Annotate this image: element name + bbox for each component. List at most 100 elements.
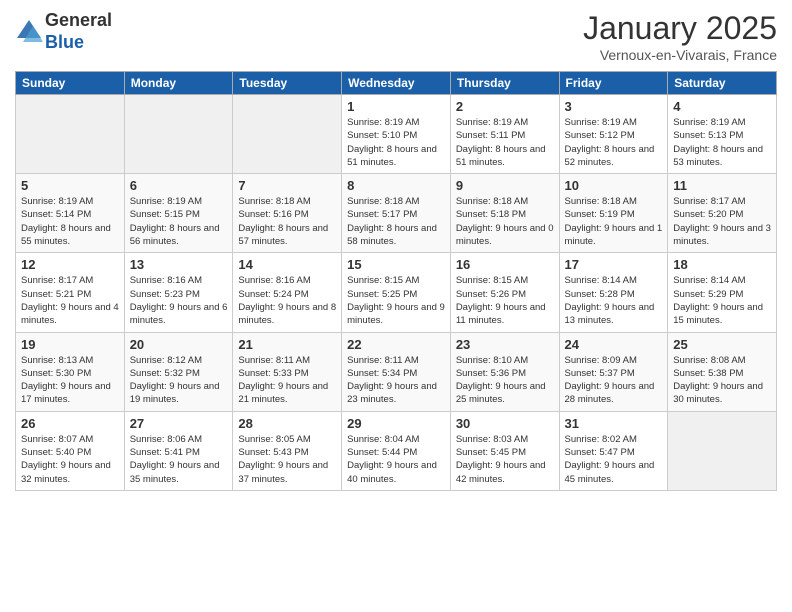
calendar-table: SundayMondayTuesdayWednesdayThursdayFrid… [15, 71, 777, 491]
day-number: 16 [456, 257, 554, 272]
day-info: Sunrise: 8:14 AM Sunset: 5:28 PM Dayligh… [565, 274, 663, 327]
day-info: Sunrise: 8:18 AM Sunset: 5:19 PM Dayligh… [565, 195, 663, 248]
calendar-cell [16, 95, 125, 174]
day-info: Sunrise: 8:16 AM Sunset: 5:23 PM Dayligh… [130, 274, 228, 327]
day-info: Sunrise: 8:09 AM Sunset: 5:37 PM Dayligh… [565, 354, 663, 407]
calendar-cell: 18 Sunrise: 8:14 AM Sunset: 5:29 PM Dayli… [668, 253, 777, 332]
day-number: 14 [238, 257, 336, 272]
weekday-header-wednesday: Wednesday [342, 72, 451, 95]
weekday-header-tuesday: Tuesday [233, 72, 342, 95]
day-info: Sunrise: 8:17 AM Sunset: 5:20 PM Dayligh… [673, 195, 771, 248]
day-number: 10 [565, 178, 663, 193]
week-row-5: 26Sunrise: 8:07 AM Sunset: 5:40 PM Dayli… [16, 411, 777, 490]
day-number: 21 [238, 337, 336, 352]
calendar-cell: 29Sunrise: 8:04 AM Sunset: 5:44 PM Dayli… [342, 411, 451, 490]
day-number: 12 [21, 257, 119, 272]
calendar-cell: 24 Sunrise: 8:09 AM Sunset: 5:37 PM Dayli… [559, 332, 668, 411]
weekday-header-monday: Monday [124, 72, 233, 95]
day-number: 24 [565, 337, 663, 352]
day-info: Sunrise: 8:19 AM Sunset: 5:15 PM Dayligh… [130, 195, 228, 248]
day-info: Sunrise: 8:10 AM Sunset: 5:36 PM Dayligh… [456, 354, 554, 407]
day-number: 7 [238, 178, 336, 193]
day-info: Sunrise: 8:16 AM Sunset: 5:24 PM Dayligh… [238, 274, 336, 327]
calendar-cell: 3Sunrise: 8:19 AM Sunset: 5:12 PM Daylig… [559, 95, 668, 174]
week-row-2: 5 Sunrise: 8:19 AM Sunset: 5:14 PM Daylig… [16, 174, 777, 253]
day-number: 5 [21, 178, 119, 193]
day-number: 8 [347, 178, 445, 193]
day-info: Sunrise: 8:02 AM Sunset: 5:47 PM Dayligh… [565, 433, 663, 486]
weekday-header-friday: Friday [559, 72, 668, 95]
calendar-cell: 12 Sunrise: 8:17 AM Sunset: 5:21 PM Dayli… [16, 253, 125, 332]
logo-general: General [45, 10, 112, 30]
calendar-cell: 19 Sunrise: 8:13 AM Sunset: 5:30 PM Dayli… [16, 332, 125, 411]
calendar-cell: 1 Sunrise: 8:19 AM Sunset: 5:10 PM Daylig… [342, 95, 451, 174]
day-info: Sunrise: 8:15 AM Sunset: 5:26 PM Dayligh… [456, 274, 554, 327]
page: General Blue January 2025 Vernoux-en-Viv… [0, 0, 792, 612]
calendar-cell: 17 Sunrise: 8:14 AM Sunset: 5:28 PM Dayli… [559, 253, 668, 332]
calendar-cell: 25 Sunrise: 8:08 AM Sunset: 5:38 PM Dayli… [668, 332, 777, 411]
day-number: 17 [565, 257, 663, 272]
day-number: 26 [21, 416, 119, 431]
calendar-cell: 21 Sunrise: 8:11 AM Sunset: 5:33 PM Dayli… [233, 332, 342, 411]
header: General Blue January 2025 Vernoux-en-Viv… [15, 10, 777, 63]
title-section: January 2025 Vernoux-en-Vivarais, France [583, 10, 777, 63]
day-number: 28 [238, 416, 336, 431]
calendar-header: SundayMondayTuesdayWednesdayThursdayFrid… [16, 72, 777, 95]
calendar-cell: 6 Sunrise: 8:19 AM Sunset: 5:15 PM Daylig… [124, 174, 233, 253]
day-number: 4 [673, 99, 771, 114]
day-info: Sunrise: 8:19 AM Sunset: 5:10 PM Dayligh… [347, 116, 445, 169]
day-info: Sunrise: 8:13 AM Sunset: 5:30 PM Dayligh… [21, 354, 119, 407]
day-info: Sunrise: 8:19 AM Sunset: 5:14 PM Dayligh… [21, 195, 119, 248]
calendar-cell: 20 Sunrise: 8:12 AM Sunset: 5:32 PM Dayli… [124, 332, 233, 411]
day-number: 25 [673, 337, 771, 352]
calendar-cell: 22Sunrise: 8:11 AM Sunset: 5:34 PM Dayli… [342, 332, 451, 411]
week-row-3: 12 Sunrise: 8:17 AM Sunset: 5:21 PM Dayli… [16, 253, 777, 332]
day-number: 23 [456, 337, 554, 352]
day-info: Sunrise: 8:12 AM Sunset: 5:32 PM Dayligh… [130, 354, 228, 407]
calendar-cell [668, 411, 777, 490]
day-number: 31 [565, 416, 663, 431]
calendar-cell: 16 Sunrise: 8:15 AM Sunset: 5:26 PM Dayli… [450, 253, 559, 332]
calendar-cell: 13Sunrise: 8:16 AM Sunset: 5:23 PM Dayli… [124, 253, 233, 332]
calendar-body: 1 Sunrise: 8:19 AM Sunset: 5:10 PM Daylig… [16, 95, 777, 491]
calendar-cell: 15Sunrise: 8:15 AM Sunset: 5:25 PM Dayli… [342, 253, 451, 332]
day-number: 30 [456, 416, 554, 431]
day-info: Sunrise: 8:19 AM Sunset: 5:11 PM Dayligh… [456, 116, 554, 169]
month-title: January 2025 [583, 10, 777, 47]
day-info: Sunrise: 8:19 AM Sunset: 5:13 PM Dayligh… [673, 116, 771, 169]
calendar-cell [233, 95, 342, 174]
day-number: 6 [130, 178, 228, 193]
day-number: 18 [673, 257, 771, 272]
day-number: 22 [347, 337, 445, 352]
day-info: Sunrise: 8:17 AM Sunset: 5:21 PM Dayligh… [21, 274, 119, 327]
day-info: Sunrise: 8:05 AM Sunset: 5:43 PM Dayligh… [238, 433, 336, 486]
day-info: Sunrise: 8:18 AM Sunset: 5:16 PM Dayligh… [238, 195, 336, 248]
day-info: Sunrise: 8:19 AM Sunset: 5:12 PM Dayligh… [565, 116, 663, 169]
day-number: 29 [347, 416, 445, 431]
day-info: Sunrise: 8:06 AM Sunset: 5:41 PM Dayligh… [130, 433, 228, 486]
day-info: Sunrise: 8:14 AM Sunset: 5:29 PM Dayligh… [673, 274, 771, 327]
day-info: Sunrise: 8:15 AM Sunset: 5:25 PM Dayligh… [347, 274, 445, 327]
week-row-4: 19 Sunrise: 8:13 AM Sunset: 5:30 PM Dayli… [16, 332, 777, 411]
logo-icon [15, 18, 43, 46]
calendar-cell: 4 Sunrise: 8:19 AM Sunset: 5:13 PM Daylig… [668, 95, 777, 174]
day-number: 9 [456, 178, 554, 193]
logo-blue: Blue [45, 32, 84, 52]
calendar-cell: 27 Sunrise: 8:06 AM Sunset: 5:41 PM Dayli… [124, 411, 233, 490]
day-info: Sunrise: 8:08 AM Sunset: 5:38 PM Dayligh… [673, 354, 771, 407]
calendar-cell: 28 Sunrise: 8:05 AM Sunset: 5:43 PM Dayli… [233, 411, 342, 490]
calendar-cell: 9 Sunrise: 8:18 AM Sunset: 5:18 PM Daylig… [450, 174, 559, 253]
day-number: 1 [347, 99, 445, 114]
day-number: 20 [130, 337, 228, 352]
weekday-row: SundayMondayTuesdayWednesdayThursdayFrid… [16, 72, 777, 95]
calendar-cell: 10 Sunrise: 8:18 AM Sunset: 5:19 PM Dayli… [559, 174, 668, 253]
day-info: Sunrise: 8:03 AM Sunset: 5:45 PM Dayligh… [456, 433, 554, 486]
week-row-1: 1 Sunrise: 8:19 AM Sunset: 5:10 PM Daylig… [16, 95, 777, 174]
calendar-cell: 7 Sunrise: 8:18 AM Sunset: 5:16 PM Daylig… [233, 174, 342, 253]
day-number: 19 [21, 337, 119, 352]
day-number: 27 [130, 416, 228, 431]
calendar-cell: 2Sunrise: 8:19 AM Sunset: 5:11 PM Daylig… [450, 95, 559, 174]
calendar-cell: 8Sunrise: 8:18 AM Sunset: 5:17 PM Daylig… [342, 174, 451, 253]
day-info: Sunrise: 8:18 AM Sunset: 5:18 PM Dayligh… [456, 195, 554, 248]
day-info: Sunrise: 8:11 AM Sunset: 5:33 PM Dayligh… [238, 354, 336, 407]
